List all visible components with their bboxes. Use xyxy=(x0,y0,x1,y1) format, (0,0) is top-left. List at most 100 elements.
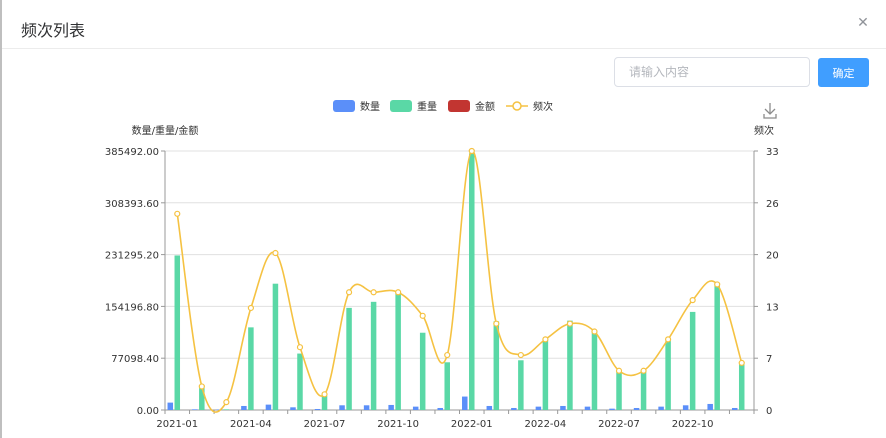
bar-weight xyxy=(419,332,426,410)
frequency-point xyxy=(174,210,181,217)
bar-weight xyxy=(567,320,573,410)
bar-count xyxy=(339,405,345,410)
legend-weight-label[interactable]: 重量 xyxy=(417,100,437,113)
y-right-tick-label: 13 xyxy=(766,302,779,313)
bar-count xyxy=(633,407,640,410)
bar-count xyxy=(388,404,394,410)
frequency-point xyxy=(419,312,426,319)
bar-weight xyxy=(714,285,720,410)
y-left-tick-label: 77098.40 xyxy=(111,354,159,365)
frequency-point xyxy=(321,391,328,398)
bar-count xyxy=(535,406,542,410)
x-tick-label: 2021-10 xyxy=(377,419,419,430)
frequency-point xyxy=(640,367,647,374)
frequency-point xyxy=(493,320,500,327)
bar-count xyxy=(462,396,468,410)
frequency-point xyxy=(198,383,205,390)
frequency-line xyxy=(174,147,745,413)
legend-freq-label[interactable]: 频次 xyxy=(533,100,553,113)
y-right-tick-label: 7 xyxy=(766,354,772,365)
bar-count xyxy=(167,402,174,410)
frequency-point xyxy=(615,367,623,374)
bar-count xyxy=(412,406,419,410)
frequency-point xyxy=(517,351,524,359)
frequency-point xyxy=(395,289,402,296)
x-tick-label: 2022-07 xyxy=(598,419,640,430)
frequency-point xyxy=(370,289,377,296)
bar-weight xyxy=(542,340,549,410)
frequency-point xyxy=(566,320,574,327)
y-left-tick-label: 385492.00 xyxy=(105,147,159,158)
frequency-point xyxy=(689,297,696,304)
bar-count xyxy=(658,406,664,410)
bar-weight xyxy=(738,362,745,410)
y-right-tick-label: 0 xyxy=(766,406,772,417)
bar-count xyxy=(584,406,591,410)
bar-count xyxy=(511,407,517,410)
download-icon[interactable] xyxy=(763,103,777,119)
bar-count xyxy=(560,405,566,410)
bar-weight xyxy=(272,283,279,410)
bar-count xyxy=(437,407,443,410)
bar-count xyxy=(314,408,321,410)
bar-count xyxy=(363,405,370,410)
frequency-line-path xyxy=(176,150,743,413)
legend[interactable]: 数量 重量 金额 频次 xyxy=(333,100,553,113)
bar-count xyxy=(486,405,493,410)
frequency-point xyxy=(468,147,475,155)
y-right-tick-label: 20 xyxy=(766,251,779,262)
bar-count xyxy=(682,405,689,410)
y-left-tick-label: 308393.60 xyxy=(105,199,159,210)
axis-ticks: 0.00 0 77098.40 7 154196.80 13 231295.20 20 3083… xyxy=(105,147,779,430)
frequency-point xyxy=(272,249,279,257)
bar-count xyxy=(731,407,738,410)
legend-amount-swatch[interactable] xyxy=(448,100,470,112)
bar-count xyxy=(609,408,615,410)
x-tick-label: 2022-10 xyxy=(672,419,714,430)
bar-weight xyxy=(174,255,181,410)
y-right-tick-label: 33 xyxy=(766,147,779,158)
frequency-point xyxy=(345,289,353,296)
y-left-tick-label: 154196.80 xyxy=(105,302,159,313)
bar-weight xyxy=(469,153,475,410)
y-left-tick-label: 231295.20 xyxy=(105,251,159,262)
x-tick-label: 2021-07 xyxy=(304,419,346,430)
frequency-point xyxy=(444,351,451,359)
bar-weight xyxy=(223,409,230,410)
bar-weight xyxy=(493,321,500,410)
y-right-tick-label: 26 xyxy=(766,199,779,210)
legend-count-label[interactable]: 数量 xyxy=(360,100,380,113)
frequency-point xyxy=(223,399,230,406)
bar-weight xyxy=(616,371,622,410)
bar-weight xyxy=(665,340,671,410)
bar-weight xyxy=(591,331,598,410)
frequency-point xyxy=(247,304,254,312)
bar-count xyxy=(265,404,272,410)
x-tick-label: 2022-01 xyxy=(451,419,493,430)
frequency-point xyxy=(296,344,304,351)
bar-weight xyxy=(370,301,377,410)
x-tick-label: 2021-01 xyxy=(156,419,198,430)
legend-weight-swatch[interactable] xyxy=(390,100,412,112)
frequency-point xyxy=(591,328,598,335)
bar-weight xyxy=(518,360,524,410)
frequency-point xyxy=(714,281,721,288)
legend-amount-label[interactable]: 金额 xyxy=(475,100,495,113)
bar-weight xyxy=(689,311,696,410)
y-left-axis-title: 数量/重量/金额 xyxy=(132,124,199,137)
bar-count xyxy=(707,403,713,410)
y-right-axis-title: 频次 xyxy=(754,124,774,137)
bar-weight xyxy=(297,353,303,410)
bar-count xyxy=(241,405,247,410)
legend-count-swatch[interactable] xyxy=(333,100,355,112)
bar-weight xyxy=(248,327,254,410)
frequency-point xyxy=(738,359,745,367)
x-tick-label: 2022-04 xyxy=(524,419,566,430)
bar-weight xyxy=(640,370,647,410)
legend-freq-marker[interactable] xyxy=(512,101,522,111)
bar-weight xyxy=(444,362,450,410)
bar-count xyxy=(290,407,296,410)
bar-weight xyxy=(321,395,328,410)
frequency-point xyxy=(665,336,672,343)
x-tick-label: 2021-04 xyxy=(230,419,272,430)
